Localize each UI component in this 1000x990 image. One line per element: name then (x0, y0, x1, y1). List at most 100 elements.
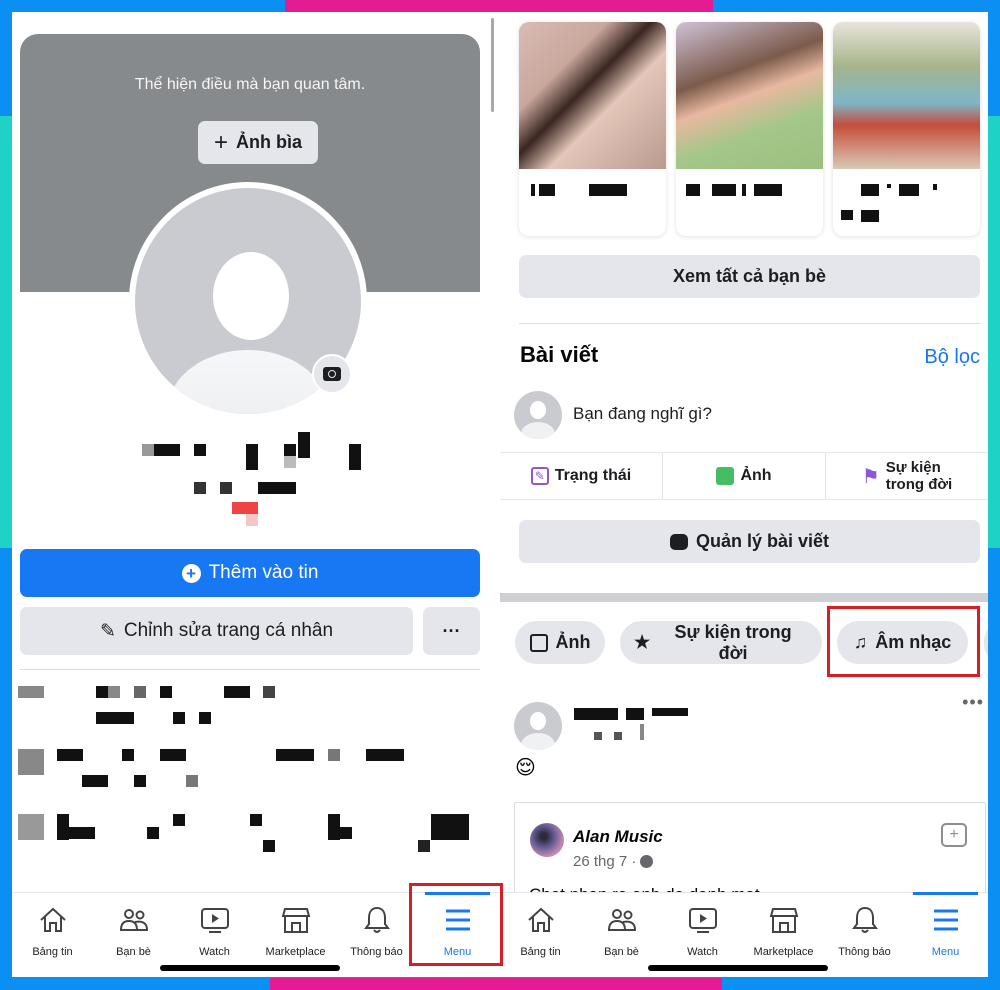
divider (519, 323, 980, 324)
tab-home[interactable]: Bảng tin (500, 893, 581, 963)
change-profile-picture-button[interactable] (312, 354, 352, 394)
composer-actions: ✎ Trạng thái Ảnh ⚑ Sự kiện trong đời (500, 452, 988, 500)
menu-tab-highlight (409, 883, 503, 966)
tab-label: Watch (199, 946, 230, 958)
bottom-tab-bar: Bảng tin Bạn bè Watch Marketplace Thông báo M… (500, 892, 988, 977)
profile-screen-left: Thể hiện điều mà bạn quan tâm. + Ảnh bìa (12, 12, 500, 977)
add-cover-label: Ảnh bìa (236, 132, 302, 152)
whats-on-your-mind-input[interactable]: Bạn đang nghĩ gì? (573, 404, 712, 424)
bell-icon (849, 905, 881, 940)
plus-icon: + (213, 128, 228, 156)
redacted-profile-name (142, 432, 372, 532)
profile-screen-right: Xem tất cả bạn bè Bài viết Bộ lọc Bạn đa… (500, 12, 988, 977)
friend-card[interactable] (519, 22, 666, 236)
photos-chip[interactable]: Ảnh (515, 621, 605, 664)
filter-link[interactable]: Bộ lọc (924, 346, 980, 369)
home-indicator (648, 965, 828, 971)
friend-photo (833, 22, 980, 169)
manage-posts-label: Quản lý bài viết (695, 531, 830, 551)
home-indicator (160, 965, 340, 971)
post-more-options[interactable]: ••• (962, 692, 984, 713)
redacted-profile-details (18, 684, 478, 854)
pencil-icon: ✎ (99, 620, 116, 642)
life-events-chip[interactable]: ★ Sự kiện trong đời (620, 621, 822, 664)
redacted-friend-name (686, 184, 806, 224)
manage-posts-button[interactable]: Quản lý bài viết (519, 520, 980, 563)
redacted-friend-name (531, 184, 651, 224)
tab-bell[interactable]: Thông báo (824, 893, 905, 963)
tab-friends[interactable]: Bạn bè (581, 893, 662, 963)
scrollbar[interactable] (491, 18, 494, 112)
friend-card[interactable] (833, 22, 980, 236)
tab-label: Watch (687, 946, 718, 958)
flag-icon: ⚑ (861, 465, 880, 488)
edit-icon: ✎ (530, 467, 549, 485)
posts-section-title: Bài viết (520, 342, 599, 367)
tab-label: Thông báo (838, 946, 891, 958)
divider (20, 669, 480, 670)
camera-icon (323, 367, 341, 381)
tab-label: Bạn bè (116, 946, 151, 958)
alan-music-avatar[interactable] (530, 823, 564, 857)
watch-icon (687, 905, 719, 940)
section-divider (500, 593, 988, 602)
home-icon (525, 905, 557, 940)
tab-label: Bạn bè (604, 946, 639, 958)
friend-photo (676, 22, 823, 169)
photo-icon (716, 467, 735, 485)
tab-marketplace[interactable]: Marketplace (743, 893, 824, 963)
active-tab-indicator (913, 892, 978, 895)
redacted-friend-name (841, 184, 961, 234)
tab-label: Marketplace (753, 946, 814, 958)
add-to-story-label: Thêm vào tin (208, 562, 319, 583)
decor-pink-bar-bottom (270, 978, 722, 990)
cover-prompt: Thể hiện điều mà bạn quan tâm. (134, 76, 366, 93)
tab-watch[interactable]: Watch (174, 893, 255, 963)
photo-icon (529, 633, 548, 652)
globe-icon (640, 855, 654, 868)
tab-label: Bảng tin (32, 946, 73, 958)
redacted-post-author (574, 708, 704, 748)
edit-profile-button[interactable]: ✎ Chỉnh sửa trang cá nhân (20, 607, 413, 655)
plus-circle-icon: + (181, 563, 201, 583)
decor-teal-bar-right (988, 116, 1000, 548)
photo-label: Ảnh (740, 467, 772, 484)
tab-label: Menu (931, 946, 960, 958)
tab-friends[interactable]: Bạn bè (93, 893, 174, 963)
status-action[interactable]: ✎ Trạng thái (500, 453, 663, 499)
tab-label: Thông báo (350, 946, 403, 958)
photo-action[interactable]: Ảnh (663, 453, 826, 499)
save-post-icon[interactable]: + (941, 823, 967, 847)
tab-menu[interactable]: Menu (905, 892, 986, 963)
menu-icon (930, 905, 962, 940)
watch-icon (199, 905, 231, 940)
user-avatar[interactable] (514, 391, 562, 439)
tab-marketplace[interactable]: Marketplace (255, 893, 336, 963)
life-event-label-line2: trong đời (885, 476, 953, 493)
friends-icon (606, 905, 638, 940)
marketplace-icon (768, 905, 800, 940)
shared-post-date: 26 thg 7 · (573, 853, 654, 870)
add-to-story-button[interactable]: + Thêm vào tin (20, 549, 480, 597)
star-icon: ★ (634, 632, 651, 652)
tab-home[interactable]: Bảng tin (12, 893, 93, 963)
music-chip-highlight (827, 606, 980, 677)
life-event-action[interactable]: ⚑ Sự kiện trong đời (826, 453, 988, 499)
see-all-friends-button[interactable]: Xem tất cả bạn bè (519, 255, 980, 298)
bell-icon (361, 905, 393, 940)
photos-chip-label: Ảnh (555, 632, 591, 652)
decor-pink-bar-top (285, 0, 713, 12)
edit-profile-label: Chỉnh sửa trang cá nhân (123, 620, 334, 641)
life-event-label-line1: Sự kiện (885, 459, 941, 476)
more-chip-partial[interactable] (984, 621, 988, 664)
post-author-avatar[interactable] (514, 702, 562, 750)
home-icon (37, 905, 69, 940)
life-events-chip-label: Sự kiện trong đời (674, 621, 792, 663)
more-options-button[interactable]: ··· (423, 607, 480, 655)
friend-photo (519, 22, 666, 169)
add-cover-photo-button[interactable]: + Ảnh bìa (198, 121, 318, 164)
friend-card[interactable] (676, 22, 823, 236)
shared-post-author[interactable]: Alan Music (573, 827, 663, 847)
tab-watch[interactable]: Watch (662, 893, 743, 963)
tab-bell[interactable]: Thông báo (336, 893, 417, 963)
